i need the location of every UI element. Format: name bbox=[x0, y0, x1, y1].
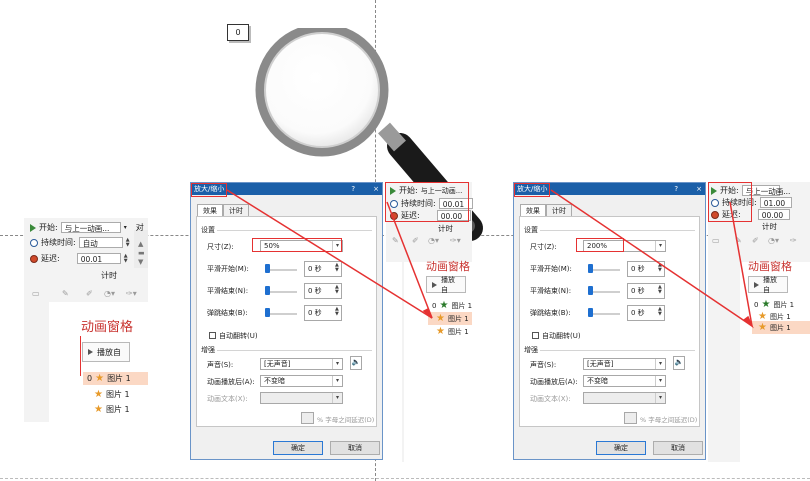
arrow-line bbox=[226, 189, 433, 319]
arrow-line bbox=[729, 201, 753, 327]
arrow-line bbox=[386, 201, 433, 319]
arrow-line bbox=[550, 189, 753, 327]
annotation-arrows bbox=[226, 189, 754, 329]
